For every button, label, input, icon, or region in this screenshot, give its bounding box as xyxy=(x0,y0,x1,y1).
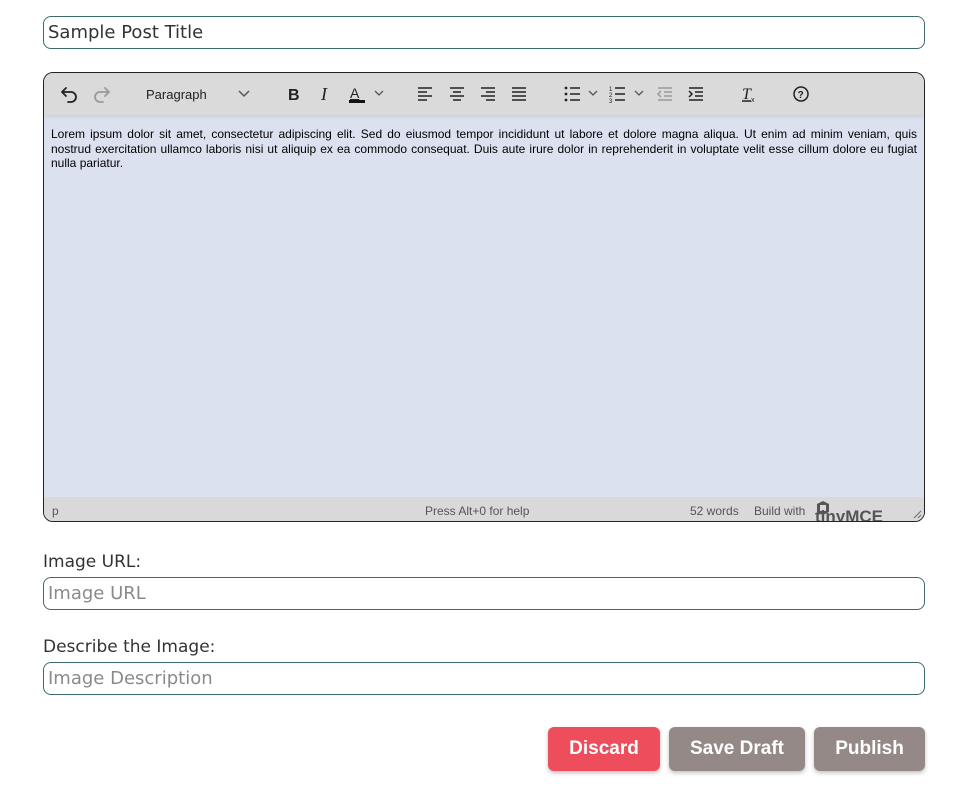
redo-icon[interactable] xyxy=(91,81,113,107)
align-left-icon[interactable] xyxy=(414,81,436,107)
editor-toolbar: Paragraph B I A 123 T x ? xyxy=(44,73,924,115)
post-title-input[interactable] xyxy=(43,16,925,49)
help-hint: Press Alt+0 for help xyxy=(425,504,530,518)
image-description-label: Describe the Image: xyxy=(43,637,216,657)
align-right-icon[interactable] xyxy=(477,81,499,107)
outdent-icon[interactable] xyxy=(654,81,676,107)
save-draft-button[interactable]: Save Draft xyxy=(669,727,805,771)
block-format-label: Paragraph xyxy=(146,86,207,102)
text-color-icon[interactable]: A xyxy=(345,81,387,107)
discard-button[interactable]: Discard xyxy=(548,727,660,771)
justify-icon[interactable] xyxy=(508,81,530,107)
align-center-icon[interactable] xyxy=(446,81,468,107)
svg-text:I: I xyxy=(320,85,328,103)
svg-text:3: 3 xyxy=(609,99,613,103)
bold-icon[interactable]: B xyxy=(283,81,305,107)
editor-content[interactable]: Lorem ipsum dolor sit amet, consectetur … xyxy=(51,127,917,171)
build-with-label: Build with xyxy=(754,504,806,518)
resize-handle-icon[interactable] xyxy=(912,509,922,519)
indent-icon[interactable] xyxy=(685,81,707,107)
editor-statusbar: p Press Alt+0 for help 52 words Build wi… xyxy=(44,497,924,521)
tinymce-logo-text: tinyMCE xyxy=(815,507,883,522)
image-url-label: Image URL: xyxy=(43,552,142,572)
svg-text:x: x xyxy=(751,97,755,103)
element-path[interactable]: p xyxy=(52,504,59,518)
image-url-input[interactable] xyxy=(43,577,925,610)
clear-formatting-icon[interactable]: Tx xyxy=(738,81,760,107)
publish-button[interactable]: Publish xyxy=(814,727,925,771)
tinymce-logo[interactable]: tinyMCE xyxy=(815,500,883,521)
svg-text:?: ? xyxy=(798,90,804,101)
undo-icon[interactable] xyxy=(58,81,80,107)
numbered-list-icon[interactable]: 123 xyxy=(608,81,648,107)
chevron-down-icon xyxy=(238,90,250,98)
image-description-input[interactable] xyxy=(43,662,925,695)
svg-text:B: B xyxy=(288,87,300,103)
italic-icon[interactable]: I xyxy=(315,81,337,107)
word-count[interactable]: 52 words xyxy=(690,504,739,518)
bullet-list-icon[interactable] xyxy=(562,81,602,107)
block-format-select[interactable]: Paragraph xyxy=(140,81,256,107)
help-icon[interactable]: ? xyxy=(790,81,812,107)
svg-text:A: A xyxy=(350,85,360,101)
rich-text-editor: Paragraph B I A 123 T x ? Lorem ipsum do… xyxy=(43,72,925,522)
